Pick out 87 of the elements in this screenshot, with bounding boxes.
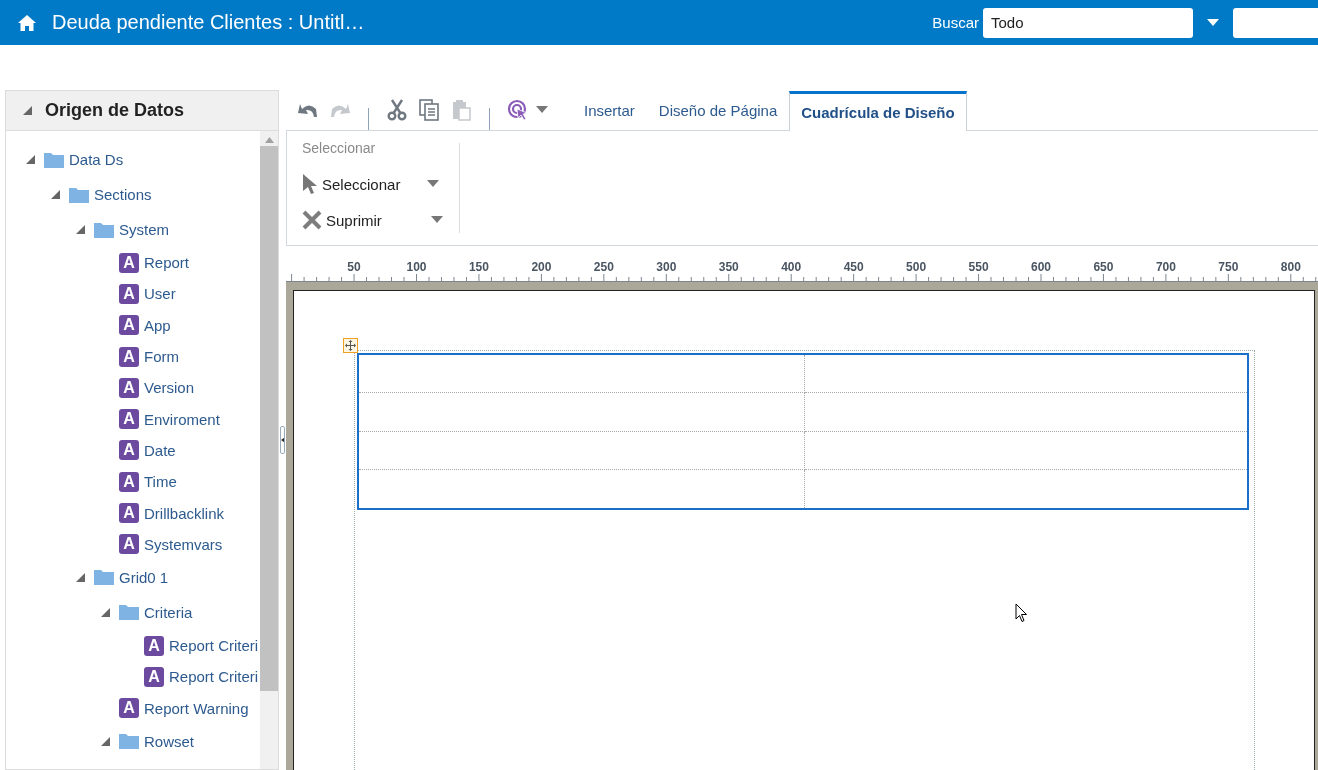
- ruler-label: 800: [1280, 260, 1301, 274]
- text-field-icon: A: [119, 315, 139, 336]
- tree-item-label[interactable]: Report Criteri: [169, 637, 259, 655]
- panel-title: Origen de Datos: [45, 100, 185, 121]
- caret-icon: [431, 216, 443, 224]
- home-icon[interactable]: [18, 14, 36, 31]
- ruler-label: 350: [718, 260, 739, 274]
- tab[interactable]: Cuadrícula de Diseño: [789, 91, 967, 131]
- collapse-toggle-icon[interactable]: [25, 154, 36, 165]
- folder-icon: [44, 151, 64, 168]
- scissors-icon: [387, 99, 407, 121]
- group-label: Seleccionar: [302, 140, 377, 158]
- ruler-label: 200: [531, 260, 552, 274]
- text-field-icon: A: [119, 283, 139, 304]
- tree-item-label[interactable]: Version: [144, 379, 195, 397]
- ruler-label: 650: [1093, 260, 1114, 274]
- ruler-label: 700: [1155, 260, 1176, 274]
- ruler-label: 150: [468, 260, 489, 274]
- ruler-label: 550: [968, 260, 989, 274]
- tree-item-label[interactable]: Enviroment: [144, 410, 220, 428]
- dropdown-caret-icon: [1207, 18, 1219, 27]
- search-label: Buscar: [932, 14, 979, 31]
- tree-item-label[interactable]: Systemvars: [144, 535, 223, 553]
- splitter-handle[interactable]: [280, 426, 285, 454]
- ruler-label: 250: [593, 260, 614, 274]
- tab[interactable]: Diseño de Página: [646, 90, 790, 130]
- ruler-label: 300: [656, 260, 677, 274]
- delete-command[interactable]: Suprimir: [302, 202, 443, 238]
- tree-item-label[interactable]: Form: [144, 348, 179, 366]
- text-field-icon: A: [144, 635, 164, 656]
- text-field-icon: A: [119, 377, 139, 398]
- tree-item-label[interactable]: Grid0 1: [119, 568, 169, 586]
- tree-item-label[interactable]: Data Ds: [69, 151, 124, 168]
- tree-item-label[interactable]: User: [144, 285, 176, 303]
- tree-item-label[interactable]: Date: [144, 441, 176, 459]
- tab[interactable]: Insertar: [572, 90, 647, 130]
- tree-item-label[interactable]: Report Criteri: [169, 668, 259, 686]
- text-field-icon: A: [119, 346, 139, 367]
- tree-item-label[interactable]: Rowset: [144, 732, 195, 750]
- tree-item-label[interactable]: Report Warning: [144, 699, 249, 717]
- tree-item-label[interactable]: Criteria: [144, 603, 193, 621]
- text-field-icon: A: [119, 409, 139, 430]
- tree-item-label[interactable]: Sections: [94, 186, 152, 203]
- paste-icon: [451, 99, 471, 121]
- tree-item-label[interactable]: System: [119, 221, 169, 238]
- ruler-label: 450: [843, 260, 864, 274]
- folder-icon: [119, 604, 139, 621]
- target-icon: [507, 99, 529, 121]
- ruler-label: 600: [1031, 260, 1051, 274]
- select-command[interactable]: Seleccionar: [302, 166, 439, 202]
- text-field-icon: A: [119, 503, 139, 523]
- tree-item-label[interactable]: Drillbacklink: [144, 504, 225, 522]
- mouse-pointer-icon: [1015, 603, 1028, 623]
- search-scope-field[interactable]: Todo: [983, 7, 1193, 38]
- pointer-icon: [302, 174, 318, 194]
- ruler-label: 400: [781, 260, 802, 274]
- page-title: Deuda pendiente Clientes : Untitl…: [52, 11, 366, 34]
- tree-item-label[interactable]: App: [144, 316, 171, 334]
- tree-item-label[interactable]: Report: [144, 254, 190, 272]
- collapse-toggle-icon[interactable]: [50, 189, 61, 200]
- text-field-icon: A: [119, 698, 139, 719]
- collapse-toggle-icon[interactable]: [75, 571, 86, 583]
- text-field-icon: A: [119, 471, 139, 492]
- text-field-icon: A: [119, 440, 139, 461]
- collapse-toggle-icon[interactable]: [75, 224, 86, 235]
- caret-icon: [427, 180, 439, 188]
- collapse-toggle-icon[interactable]: [100, 606, 111, 618]
- move-handle-icon[interactable]: [343, 338, 358, 353]
- text-field-icon: A: [144, 666, 164, 687]
- collapse-toggle-icon[interactable]: [100, 735, 111, 747]
- folder-icon: [94, 569, 114, 586]
- folder-icon: [94, 221, 114, 238]
- ruler-label: 750: [1218, 260, 1239, 274]
- ruler-label: 500: [906, 260, 927, 274]
- search-field[interactable]: [1233, 7, 1318, 38]
- tree-item-label[interactable]: Time: [144, 473, 177, 491]
- folder-icon: [69, 186, 89, 203]
- dropdown-caret-icon[interactable]: [536, 106, 548, 114]
- copy-icon: [419, 99, 439, 121]
- layout-grid[interactable]: [357, 353, 1249, 510]
- collapse-toggle-icon[interactable]: [22, 105, 33, 116]
- folder-icon: [119, 733, 139, 750]
- ruler-label: 50: [347, 260, 361, 274]
- text-field-icon: A: [119, 252, 139, 273]
- delete-icon: [302, 210, 322, 230]
- text-field-icon: A: [119, 534, 139, 555]
- ruler-label: 100: [406, 260, 427, 274]
